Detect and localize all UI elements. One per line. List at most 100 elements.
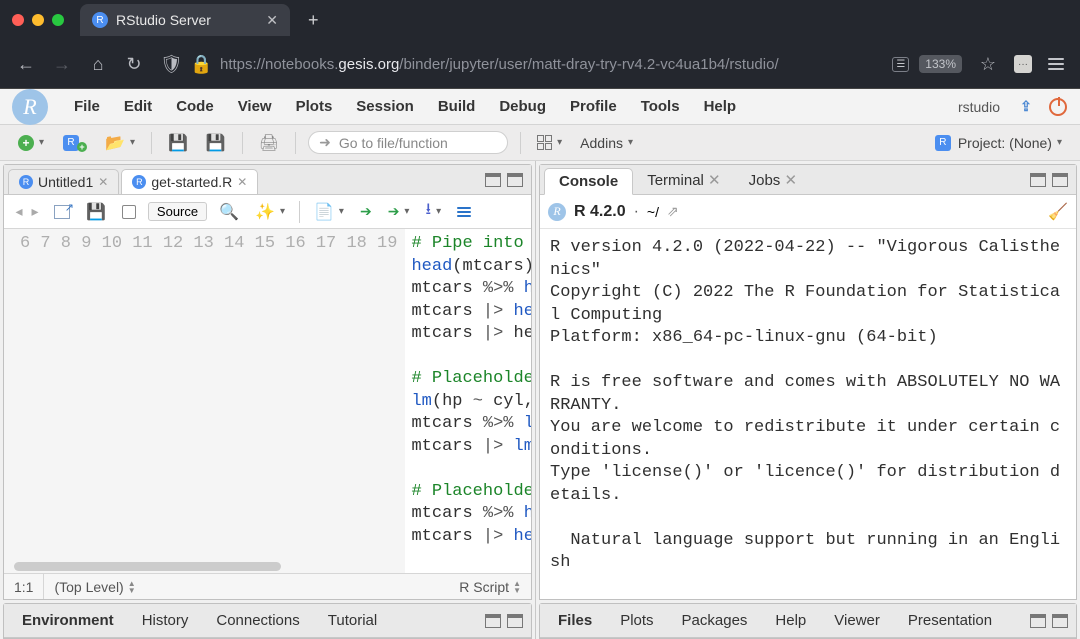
home-button[interactable]: ⌂ [88,54,108,75]
pop-out-icon[interactable]: ↗ [50,203,74,221]
share-session-icon[interactable]: ⇪ [1016,97,1036,117]
tab-terminal[interactable]: Terminal ✕ [633,167,734,193]
minimize-pane-icon[interactable] [1030,173,1046,187]
menu-profile[interactable]: Profile [564,94,623,119]
goto-arrow-icon: ➜ [319,134,331,151]
bookmark-button[interactable]: ☆ [978,54,998,75]
tab-help[interactable]: Help [761,608,820,633]
extension-icon[interactable]: ··· [1014,55,1032,73]
goto-placeholder: Go to file/function [339,135,448,151]
clear-console-button[interactable]: 🧹 [1048,202,1068,222]
compile-report-button[interactable]: 📄▾ [310,200,348,224]
source-mode-select[interactable]: Source [148,202,207,221]
menu-debug[interactable]: Debug [493,94,552,119]
save-source-button[interactable]: 💾 [82,200,110,224]
maximize-pane-icon[interactable] [507,614,523,628]
address-bar[interactable]: https://notebooks.gesis.org/binder/jupyt… [220,56,882,73]
source-button[interactable]: ⭳▾ [421,196,445,227]
tab-history[interactable]: History [128,608,203,633]
close-tab-icon[interactable]: ✕ [266,12,278,29]
horizontal-scrollbar[interactable] [14,562,281,571]
nav-fwd-icon[interactable]: ▸ [28,205,42,219]
r-doc-icon: R [19,175,33,189]
zoom-badge[interactable]: 133% [919,55,962,73]
menu-code[interactable]: Code [170,94,220,119]
back-button[interactable]: ← [16,54,36,75]
browser-tab[interactable]: R RStudio Server ✕ [80,4,290,36]
tab-connections[interactable]: Connections [202,608,313,633]
tab-console[interactable]: Console [544,168,633,195]
minimize-pane-icon[interactable] [1030,614,1046,628]
menu-build[interactable]: Build [432,94,482,119]
maximize-pane-icon[interactable] [1052,173,1068,187]
line-gutter: 6 7 8 9 10 11 12 13 14 15 16 17 18 19 [4,229,405,573]
tab-label: get-started.R [151,174,232,190]
tab-presentation[interactable]: Presentation [894,608,1006,633]
tab-plots[interactable]: Plots [606,608,667,633]
reader-mode-icon[interactable]: ☰ [892,57,909,72]
close-icon[interactable]: ✕ [98,175,108,189]
tab-packages[interactable]: Packages [668,608,762,633]
source-tab-getstarted[interactable]: R get-started.R ✕ [121,169,258,194]
code-body[interactable]: # Pipe into first argument head(mtcars) … [405,229,531,573]
close-icon[interactable]: ✕ [237,175,247,189]
minimize-pane-icon[interactable] [485,614,501,628]
find-icon[interactable]: 🔍 [215,200,243,224]
menu-view[interactable]: View [232,94,278,119]
lock-icon[interactable]: 🔒 [190,54,210,75]
forward-button[interactable]: → [52,54,72,75]
menu-edit[interactable]: Edit [118,94,158,119]
minimize-pane-icon[interactable] [485,173,501,187]
working-dir[interactable]: ~/ [647,204,659,220]
code-editor[interactable]: 6 7 8 9 10 11 12 13 14 15 16 17 18 19 # … [4,229,531,573]
nav-back-icon[interactable]: ◂ [12,205,26,219]
source-tab-untitled[interactable]: R Untitled1 ✕ [8,169,119,194]
window-controls[interactable] [12,14,70,26]
pane-layout-button[interactable]: ▾ [533,133,566,152]
tab-tutorial[interactable]: Tutorial [314,608,391,633]
tab-files[interactable]: Files [544,608,606,633]
menu-tools[interactable]: Tools [635,94,686,119]
source-toolbar: ◂▸ ↗ 💾 Source 🔍 ✨▾ 📄▾ ➔ ➔▾ ⭳▾ [4,195,531,229]
console-output[interactable]: R version 4.2.0 (2022-04-22) -- "Vigorou… [540,229,1076,599]
bottom-left-tabs: Environment History Connections Tutorial [4,604,531,638]
new-tab-button[interactable]: + [300,10,327,31]
addins-button[interactable]: Addins ▾ [576,133,637,153]
code-tools-button[interactable]: ✨▾ [251,200,289,224]
tab-label: Untitled1 [38,174,93,190]
menu-plots[interactable]: Plots [290,94,339,119]
open-file-button[interactable]: 📂▾ [101,131,139,155]
menu-session[interactable]: Session [350,94,420,119]
tab-environment[interactable]: Environment [8,608,128,633]
goto-file-input[interactable]: ➜ Go to file/function [308,131,508,154]
console-tabs: Console Terminal ✕ Jobs ✕ [540,165,1076,195]
save-all-button[interactable]: 💾 [202,131,230,155]
menu-file[interactable]: File [68,94,106,119]
project-menu[interactable]: RProject: (None) ▾ [931,133,1066,153]
scope-selector[interactable]: (Top Level) ▲▼ [54,579,135,595]
r-logo-icon: R [548,203,566,221]
r-doc-icon: R [132,175,146,189]
maximize-pane-icon[interactable] [1052,614,1068,628]
print-button[interactable]: 🖨 [255,131,283,155]
maximize-pane-icon[interactable] [507,173,523,187]
run-button[interactable]: ➔ [356,201,376,222]
console-header: R R 4.2.0 · ~/ ⇗ 🧹 [540,195,1076,229]
save-button[interactable]: 💾 [164,131,192,155]
new-project-button[interactable]: R+ [58,132,91,154]
quit-session-button[interactable] [1048,97,1068,117]
open-dir-icon[interactable]: ⇗ [667,203,679,220]
tab-jobs[interactable]: Jobs ✕ [735,167,811,193]
global-toolbar: +▾ R+ 📂▾ 💾 💾 🖨 ➜ Go to file/function ▾ A… [0,125,1080,161]
filetype-selector[interactable]: R Script ▲▼ [459,579,521,595]
menu-help[interactable]: Help [698,94,743,119]
source-on-save-checkbox[interactable] [118,203,140,221]
tab-viewer[interactable]: Viewer [820,608,894,633]
bottom-right-tabs: Files Plots Packages Help Viewer Present… [540,604,1076,638]
new-file-button[interactable]: +▾ [14,133,48,153]
rerun-button[interactable]: ➔▾ [384,201,414,222]
reload-button[interactable]: ↻ [124,54,144,75]
shield-icon[interactable]: 🛡 [160,54,180,75]
app-menu-button[interactable] [1048,58,1064,70]
outline-button[interactable] [453,205,475,219]
